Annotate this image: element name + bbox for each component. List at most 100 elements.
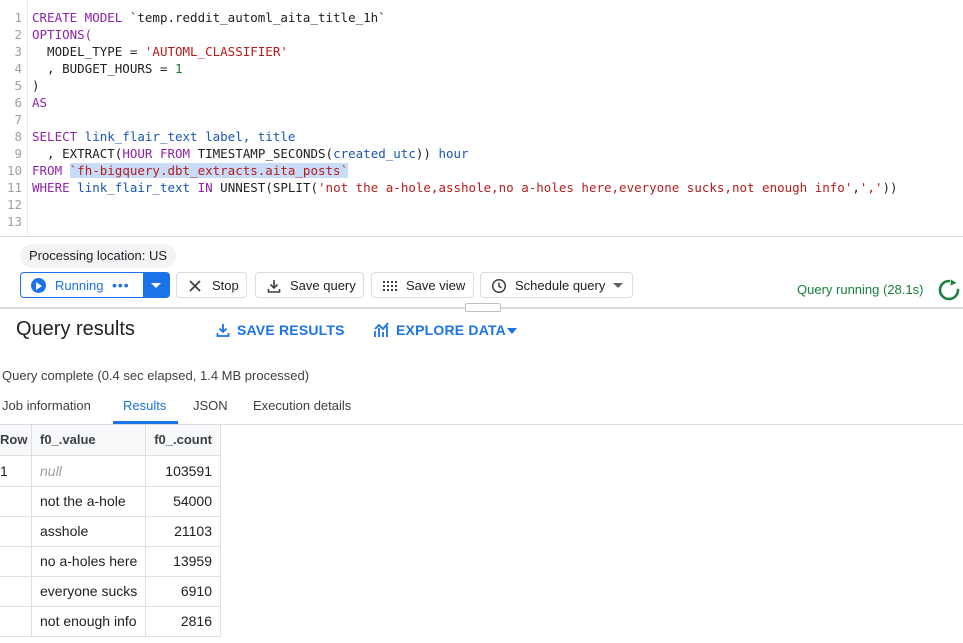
code-token: ,: [852, 180, 860, 195]
code-token: OPTIONS(: [32, 27, 93, 42]
run-button-label: Running: [55, 278, 104, 293]
resize-handle[interactable]: [465, 303, 501, 312]
tab-execution-details[interactable]: Execution details: [253, 398, 351, 413]
code-token: FROM: [32, 163, 63, 178]
running-dots: •••: [112, 277, 130, 293]
count-cell: 103591: [147, 456, 221, 486]
value-cell: not enough info: [32, 606, 146, 636]
table-row: not the a-hole 54000: [0, 486, 221, 517]
code-line: 3 MODEL_TYPE = 'AUTOML_CLASSIFIER': [0, 43, 288, 60]
column-header: f0_.count: [147, 425, 221, 455]
run-options-dropdown[interactable]: [143, 273, 169, 297]
code-token: 'AUTOML_CLASSIFIER': [144, 44, 288, 59]
table-row: no a-holes here 13959: [0, 546, 221, 577]
code-token: (: [310, 180, 319, 195]
line-number: 3: [14, 44, 22, 59]
grid-icon: [383, 281, 397, 291]
explore-data-label: EXPLORE DATA: [396, 322, 506, 338]
tab-results[interactable]: Results: [123, 398, 166, 413]
code-token: (: [325, 146, 334, 161]
save-view-label: Save view: [406, 278, 466, 293]
sql-editor[interactable]: 1 CREATE MODEL `temp.reddit_automl_aita_t…: [0, 0, 963, 237]
play-icon: [31, 278, 46, 293]
stop-button[interactable]: Stop: [176, 272, 247, 298]
schedule-query-button[interactable]: Schedule query: [480, 272, 633, 298]
save-results-label: SAVE RESULTS: [237, 322, 345, 338]
row-number: 1: [0, 456, 32, 486]
page-title: Query results: [16, 318, 135, 340]
line-number: 11: [6, 180, 22, 195]
column-header: Row: [0, 425, 32, 455]
code-token: created_utc: [333, 146, 416, 161]
count-cell: 13959: [147, 546, 221, 576]
line-number: 2: [14, 27, 22, 42]
code-line: 8 SELECT link_flair_text label, title: [0, 128, 295, 145]
code-line: 2 OPTIONS(: [0, 26, 92, 43]
selected-table-reference: `fh-bigquery.dbt_extracts.aita_posts`: [69, 163, 349, 178]
save-view-button[interactable]: Save view: [371, 272, 474, 298]
tab-json[interactable]: JSON: [193, 398, 228, 413]
line-number: 5: [14, 78, 22, 93]
table-row: asshole 21103: [0, 516, 221, 547]
code-token: ): [32, 78, 40, 93]
code-line: 5): [0, 77, 40, 94]
code-token: MODEL_TYPE =: [32, 44, 145, 59]
code-token: CREATE MODEL: [32, 10, 123, 25]
row-number: [0, 486, 32, 516]
save-query-button[interactable]: Save query: [255, 272, 364, 298]
code-token: 1: [175, 61, 183, 76]
code-line: 7: [0, 111, 22, 128]
row-number: [0, 606, 32, 636]
row-number: [0, 576, 32, 606]
query-complete-text: Query complete (0.4 sec elapsed, 1.4 MB …: [2, 368, 310, 383]
code-token: (: [265, 180, 273, 195]
chevron-down-icon[interactable]: [507, 328, 517, 334]
line-number: 10: [6, 163, 22, 178]
line-number: 9: [14, 146, 22, 161]
code-line: 13: [0, 213, 22, 230]
code-token: SELECT: [32, 129, 78, 144]
chevron-down-icon: [613, 283, 623, 288]
schedule-query-label: Schedule query: [515, 278, 606, 293]
line-number: 4: [14, 61, 22, 76]
code-line: 11 WHERE link_flair_text IN UNNEST(SPLIT(…: [0, 179, 898, 196]
value-cell: asshole: [32, 516, 146, 546]
code-token: AS: [32, 95, 48, 110]
code-token: )): [415, 146, 439, 161]
table-row: 1 null 103591: [0, 456, 221, 487]
row-number: [0, 516, 32, 546]
table-header: Row f0_.value f0_.count: [0, 425, 221, 456]
code-token: SPLIT: [272, 180, 311, 195]
line-number: 12: [6, 197, 22, 212]
run-button[interactable]: Running •••: [20, 272, 170, 298]
download-icon: [216, 324, 230, 337]
code-token: ,: [32, 146, 63, 161]
results-tabs: Job information Results JSON Execution d…: [0, 390, 963, 425]
code-line: 12: [0, 196, 22, 213]
save-query-label: Save query: [290, 278, 356, 293]
line-number: 1: [14, 10, 22, 25]
code-line: 1 CREATE MODEL `temp.reddit_automl_aita_t…: [0, 9, 385, 26]
line-number: 8: [14, 129, 22, 144]
code-token: WHERE: [32, 180, 70, 195]
count-cell: 54000: [147, 486, 221, 516]
code-token: hour: [438, 146, 469, 161]
active-tab-indicator: [113, 421, 178, 424]
code-line: 10 FROM `fh-bigquery.dbt_extracts.aita_po…: [0, 162, 349, 179]
code-token: , BUDGET_HOURS =: [32, 61, 175, 76]
table-row: not enough info 2816: [0, 606, 221, 637]
code-token: HOUR: [122, 146, 153, 161]
value-cell: everyone sucks: [32, 576, 146, 606]
column-header: f0_.value: [32, 425, 146, 455]
code-token: TIMESTAMP_SECONDS: [197, 146, 326, 161]
tab-job-information[interactable]: Job information: [2, 398, 91, 413]
table-row: everyone sucks 6910: [0, 576, 221, 607]
code-token: )): [882, 180, 898, 195]
code-token: link_flair_text label, title: [77, 129, 296, 144]
processing-location-chip[interactable]: Processing location: US: [20, 244, 177, 268]
count-cell: 21103: [147, 516, 221, 546]
value-cell: no a-holes here: [32, 546, 146, 576]
code-token: link_flair_text: [69, 180, 198, 195]
code-token: UNNEST: [220, 180, 266, 195]
value-cell: not the a-hole: [32, 486, 146, 516]
